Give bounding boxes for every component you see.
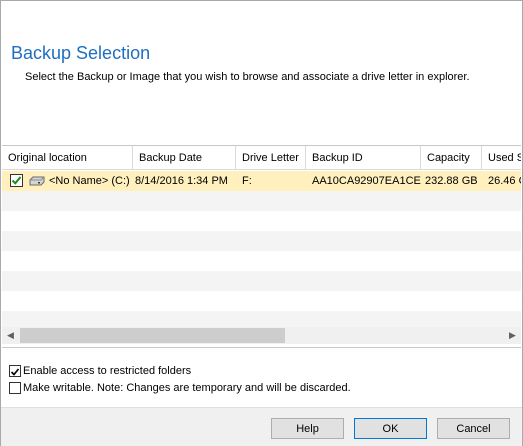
cell-original-location: <No Name> (C:) — [49, 175, 130, 187]
make-writable-option[interactable]: Make writable. Note: Changes are tempora… — [9, 380, 355, 396]
empty-row — [2, 251, 521, 271]
scroll-thumb[interactable] — [20, 328, 285, 343]
horizontal-scrollbar[interactable]: ◀ ▶ — [2, 327, 521, 344]
empty-row — [2, 271, 521, 291]
row-checkbox[interactable] — [10, 174, 23, 187]
empty-row — [2, 291, 521, 311]
backup-selection-dialog: Backup Selection Select the Backup or Im… — [0, 0, 523, 446]
cancel-button[interactable]: Cancel — [437, 418, 510, 439]
dialog-footer: Help OK Cancel — [1, 407, 522, 446]
empty-row — [2, 211, 521, 231]
restricted-folders-checkbox[interactable] — [9, 365, 21, 377]
cell-used-space: 26.46 G — [488, 175, 521, 187]
cell-backup-date: 8/14/2016 1:34 PM — [135, 175, 228, 187]
make-writable-label: Make writable. Note: Changes are tempora… — [23, 382, 351, 394]
column-header-drive-letter[interactable]: Drive Letter — [236, 146, 306, 170]
scroll-right-icon[interactable]: ▶ — [504, 327, 521, 344]
column-header-backup-date[interactable]: Backup Date — [133, 146, 236, 170]
empty-row — [2, 231, 521, 251]
grid-header: Original location Backup Date Drive Lett… — [2, 146, 521, 171]
grid-rows: <No Name> (C:) 8/14/2016 1:34 PM F: AA10… — [2, 171, 521, 331]
dialog-title: Backup Selection — [11, 43, 151, 63]
backup-list[interactable]: Original location Backup Date Drive Lett… — [2, 145, 521, 348]
dialog-subtitle: Select the Backup or Image that you wish… — [25, 71, 470, 83]
table-row[interactable]: <No Name> (C:) 8/14/2016 1:34 PM F: AA10… — [2, 171, 521, 191]
column-header-original-location[interactable]: Original location — [2, 146, 133, 170]
cell-backup-id: AA10CA92907EA1CE — [312, 175, 421, 187]
scroll-left-icon[interactable]: ◀ — [2, 327, 19, 344]
cell-capacity: 232.88 GB — [425, 175, 478, 187]
drive-icon — [29, 176, 45, 186]
dialog-header: Backup Selection Select the Backup or Im… — [1, 1, 522, 141]
empty-row — [2, 191, 521, 211]
ok-button[interactable]: OK — [354, 418, 427, 439]
column-header-used-space[interactable]: Used S — [482, 146, 521, 170]
help-button[interactable]: Help — [271, 418, 344, 439]
checkmark-icon — [10, 368, 20, 376]
cell-drive-letter: F: — [242, 175, 252, 187]
column-header-capacity[interactable]: Capacity — [421, 146, 482, 170]
checkmark-icon — [11, 176, 22, 185]
restricted-folders-option[interactable]: Enable access to restricted folders — [9, 363, 223, 379]
column-header-backup-id[interactable]: Backup ID — [306, 146, 421, 170]
make-writable-checkbox[interactable] — [9, 382, 21, 394]
restricted-folders-label: Enable access to restricted folders — [23, 365, 192, 377]
